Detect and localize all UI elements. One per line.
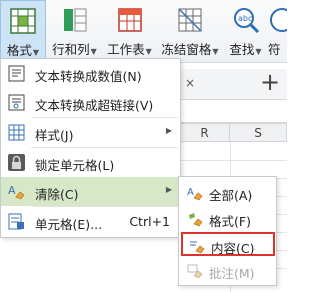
submenu-item-clear-comment[interactable]: 批注(M) — [181, 259, 275, 283]
menu-item-lock-cell[interactable]: 锁定单元格(L) — [1, 148, 180, 177]
ribbon-toolbar: 格式▼ 行和列▼ 工作表▼ 冻结窗格▼ abc 查找▼ 符 — [0, 0, 287, 63]
chevron-right-icon: ▶ — [165, 185, 172, 194]
menu-item-label: 样式(J) — [35, 128, 74, 143]
submenu-item-clear-format[interactable]: 格式(F) — [181, 207, 275, 231]
rows-cols-button[interactable]: 行和列▼ — [47, 0, 102, 60]
submenu-item-label: 内容(C) — [211, 241, 255, 256]
find-label: 查找 — [229, 42, 255, 57]
close-icon[interactable]: × — [185, 76, 195, 90]
rows-cols-label: 行和列 — [52, 42, 90, 57]
gridline — [180, 160, 287, 161]
worksheet-icon — [117, 8, 142, 32]
svg-text:abc: abc — [238, 14, 252, 23]
cell-format-icon — [8, 213, 24, 230]
freeze-panes-label: 冻结窗格 — [161, 42, 212, 57]
convert-to-hyperlink-icon — [8, 94, 25, 111]
chevron-down-icon: ▼ — [255, 47, 262, 56]
chevron-down-icon: ▼ — [212, 47, 219, 56]
menu-item-convert-to-number[interactable]: 文本转换成数值(N) — [1, 59, 180, 88]
symbol-label: 符 — [268, 42, 281, 57]
submenu-item-label: 格式(F) — [209, 214, 251, 229]
submenu-item-clear-all[interactable]: A 全部(A) — [181, 181, 275, 205]
submenu-item-label: 批注(M) — [209, 266, 255, 281]
chevron-down-icon: ▼ — [32, 48, 40, 57]
style-icon — [8, 124, 25, 141]
menu-item-label: 单元格(E)... — [35, 217, 103, 232]
worksheet-label: 工作表 — [107, 42, 145, 57]
symbol-button[interactable]: 符 — [268, 0, 287, 60]
rows-cols-icon — [63, 8, 86, 32]
format-label: 格式 — [6, 43, 32, 58]
clear-all-icon: A — [187, 187, 203, 201]
clear-comment-icon — [187, 264, 203, 279]
format-grid-icon — [10, 8, 36, 34]
menu-item-style[interactable]: 样式(J) ▶ — [1, 118, 180, 147]
menu-item-label: 文本转换成超链接(V) — [35, 98, 154, 113]
symbol-icon — [270, 8, 287, 32]
find-icon: abc — [233, 8, 259, 34]
chevron-down-icon: ▼ — [145, 47, 152, 56]
chevron-down-icon: ▼ — [90, 47, 97, 56]
formula-bar[interactable] — [180, 100, 287, 123]
clear-format-icon — [189, 213, 203, 227]
menu-item-convert-to-hyperlink[interactable]: 文本转换成超链接(V) — [1, 88, 180, 117]
column-header-r[interactable]: R — [180, 123, 230, 142]
freeze-panes-icon — [178, 8, 202, 32]
freeze-panes-button[interactable]: 冻结窗格▼ — [157, 0, 223, 60]
find-button[interactable]: abc 查找▼ — [224, 0, 267, 60]
document-tab-strip: × + — [180, 68, 287, 100]
menu-item-cell-format[interactable]: 单元格(E)... Ctrl+1 — [1, 207, 180, 236]
clear-submenu: A 全部(A) 格式(F) 内容(C) 批注(M) — [178, 176, 277, 286]
svg-text:A: A — [8, 184, 16, 197]
column-header-s[interactable]: S — [230, 123, 287, 142]
shortcut-label: Ctrl+1 — [129, 214, 170, 229]
submenu-item-clear-content[interactable]: 内容(C) — [181, 232, 275, 256]
menu-item-label: 锁定单元格(L) — [35, 158, 115, 173]
worksheet-button[interactable]: 工作表▼ — [103, 0, 156, 60]
menu-item-clear[interactable]: A 清除(C) ▶ — [1, 177, 180, 206]
convert-to-number-icon — [8, 65, 25, 82]
eraser-icon: A — [8, 184, 25, 200]
svg-text:A: A — [187, 187, 194, 198]
submenu-item-label: 全部(A) — [209, 188, 253, 203]
format-dropdown-menu: 文本转换成数值(N) 文本转换成超链接(V) 样式(J) ▶ 锁定单元格(L) … — [0, 58, 181, 238]
menu-item-label: 清除(C) — [35, 187, 79, 202]
menu-item-label: 文本转换成数值(N) — [35, 69, 142, 84]
format-button[interactable]: 格式▼ — [0, 0, 46, 60]
add-tab-button[interactable]: + — [260, 68, 280, 96]
lock-icon — [8, 154, 25, 171]
clear-content-icon — [190, 241, 205, 254]
chevron-right-icon: ▶ — [165, 126, 172, 135]
